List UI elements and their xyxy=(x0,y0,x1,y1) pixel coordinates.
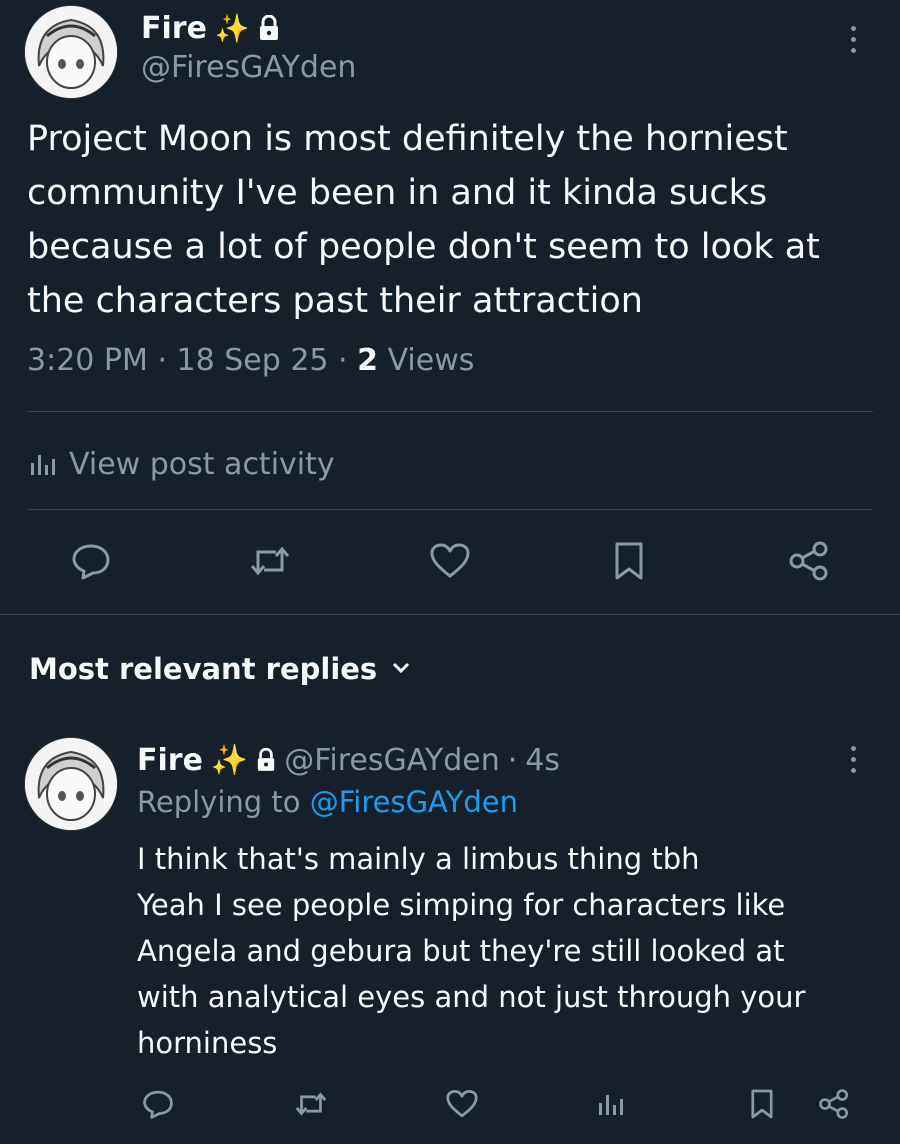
reply-icon xyxy=(142,1089,174,1123)
chevron-down-icon xyxy=(391,660,411,679)
meta-separator: · xyxy=(338,343,348,378)
reply-share-button[interactable] xyxy=(816,1088,852,1124)
post-avatar[interactable] xyxy=(24,5,118,99)
lock-icon xyxy=(256,748,276,772)
analytics-icon xyxy=(29,451,57,477)
post-views-label: Views xyxy=(387,343,475,378)
reply-like-button[interactable] xyxy=(444,1088,480,1124)
replies-sort-dropdown[interactable]: Most relevant replies xyxy=(29,648,411,690)
reply-reply-button[interactable] xyxy=(140,1088,176,1124)
reply-repost-button[interactable] xyxy=(291,1088,331,1124)
reply-icon xyxy=(71,542,111,584)
reply-text: I think that's mainly a limbus thing tbh… xyxy=(137,836,805,1066)
reply-text-line: horniness xyxy=(137,1026,278,1060)
reply-avatar[interactable] xyxy=(24,737,118,831)
share-icon xyxy=(788,541,830,585)
replying-to-label: Replying to xyxy=(137,785,301,819)
view-post-activity-label: View post activity xyxy=(69,446,335,482)
meta-separator: · xyxy=(507,742,518,778)
replies-sort-label: Most relevant replies xyxy=(29,652,378,686)
post-time[interactable]: 3:20 PM xyxy=(27,343,148,378)
post-meta: 3:20 PM · 18 Sep 25 · 2 Views xyxy=(27,343,474,378)
section-divider xyxy=(0,614,900,615)
bookmark-button[interactable] xyxy=(606,540,652,586)
reply-bookmark-button[interactable] xyxy=(744,1088,780,1124)
meta-separator: · xyxy=(157,343,167,378)
sparkles-emoji: ✨ xyxy=(210,742,249,778)
post-author[interactable]: Fire ✨ xyxy=(141,8,280,48)
share-button[interactable] xyxy=(786,540,832,586)
more-options-icon[interactable] xyxy=(851,746,856,773)
sparkles-emoji: ✨ xyxy=(214,11,250,45)
bookmark-icon xyxy=(612,541,646,585)
heart-icon xyxy=(429,542,471,584)
repost-icon xyxy=(248,542,292,584)
reply-text-line: with analytical eyes and not just throug… xyxy=(137,980,806,1014)
post-author-handle[interactable]: @FiresGAYden xyxy=(141,50,356,85)
view-post-activity-link[interactable]: View post activity xyxy=(29,443,335,485)
reply-timestamp[interactable]: 4s xyxy=(525,743,560,778)
repost-button[interactable] xyxy=(247,540,293,586)
reply-text-line: I think that's mainly a limbus thing tbh xyxy=(137,842,700,876)
reply-author-handle[interactable]: @FiresGAYden xyxy=(284,743,499,778)
repost-icon xyxy=(293,1089,329,1123)
post-views-count: 2 xyxy=(357,343,379,378)
post-author-name: Fire xyxy=(141,10,207,46)
replying-to-handle[interactable]: @FiresGAYden xyxy=(310,785,518,819)
divider xyxy=(27,411,873,412)
bookmark-icon xyxy=(749,1088,775,1124)
more-options-icon[interactable] xyxy=(851,26,856,53)
lock-icon xyxy=(258,15,280,41)
replying-to: Replying to @FiresGAYden xyxy=(137,785,518,819)
reply-analytics-button[interactable] xyxy=(593,1088,629,1124)
post-date[interactable]: 18 Sep 25 xyxy=(177,343,329,378)
analytics-icon xyxy=(597,1091,625,1121)
divider xyxy=(27,509,873,510)
reply-text-line: Yeah I see people simping for characters… xyxy=(137,888,786,922)
share-icon xyxy=(818,1089,850,1123)
post-text: Project Moon is most definitely the horn… xyxy=(27,119,820,321)
reply-author-name[interactable]: Fire xyxy=(137,743,203,778)
reply-button[interactable] xyxy=(68,540,114,586)
reply-text-line: Angela and gebura but they're still look… xyxy=(137,934,785,968)
like-button[interactable] xyxy=(427,540,473,586)
heart-icon xyxy=(445,1089,479,1123)
reply-author-row: Fire ✨ @FiresGAYden · 4s xyxy=(137,740,560,780)
